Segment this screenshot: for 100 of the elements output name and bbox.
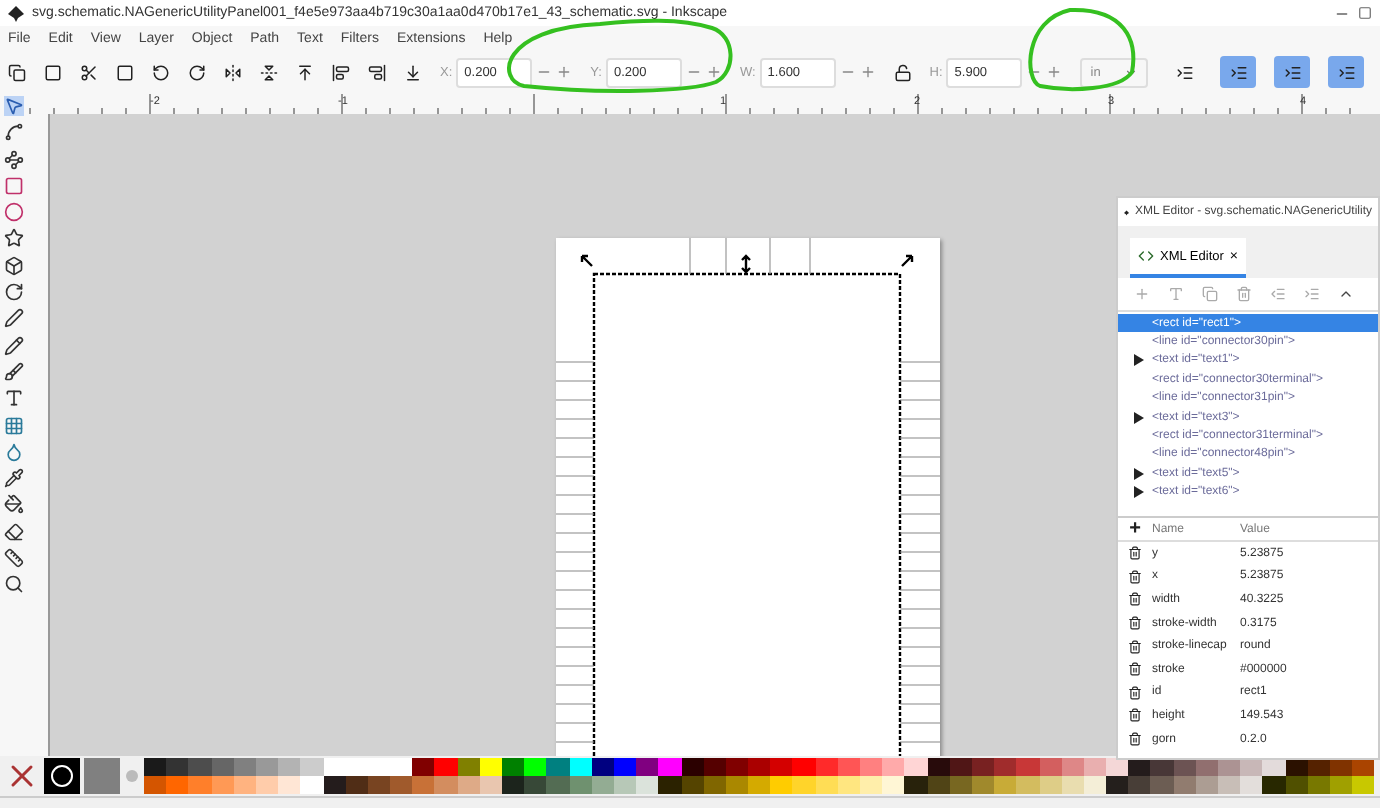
flip-vertical-icon[interactable] <box>260 63 278 81</box>
trash-icon[interactable] <box>1128 616 1142 631</box>
color-swatch[interactable] <box>681 758 704 776</box>
brush-icon[interactable] <box>4 361 24 382</box>
color-swatch[interactable] <box>457 776 480 794</box>
color-swatch[interactable] <box>1016 758 1039 776</box>
color-swatch[interactable] <box>1329 776 1353 794</box>
color-swatch[interactable] <box>1083 758 1107 776</box>
color-swatch[interactable] <box>1262 776 1286 794</box>
lock-icon[interactable] <box>893 63 912 81</box>
trash-icon[interactable] <box>1128 662 1142 677</box>
color-swatch[interactable] <box>904 758 928 776</box>
pointer-icon[interactable] <box>4 96 24 116</box>
color-swatch[interactable] <box>658 776 681 794</box>
color-swatch[interactable] <box>882 776 905 794</box>
trash-icon[interactable] <box>1128 708 1142 723</box>
color-swatch[interactable] <box>927 776 950 794</box>
color-swatch[interactable] <box>613 758 637 776</box>
color-swatch[interactable] <box>770 758 793 776</box>
color-swatch[interactable] <box>882 758 905 776</box>
trash-icon[interactable] <box>1128 685 1142 700</box>
color-swatch[interactable] <box>166 758 189 776</box>
lower-bottom-icon[interactable] <box>404 63 422 81</box>
color-swatch[interactable] <box>971 776 995 794</box>
node-icon[interactable] <box>4 122 24 143</box>
trash-icon[interactable] <box>1128 639 1142 654</box>
color-swatch[interactable] <box>1173 776 1196 794</box>
raise-node-icon[interactable] <box>1338 286 1354 302</box>
color-swatch[interactable] <box>1240 776 1263 794</box>
transform-toggle[interactable] <box>1220 56 1257 88</box>
color-swatch[interactable] <box>591 758 614 776</box>
color-swatch[interactable] <box>837 758 860 776</box>
trash-icon[interactable] <box>1128 732 1142 747</box>
plus-icon[interactable] <box>556 64 573 80</box>
rectangle-icon[interactable] <box>4 175 24 196</box>
color-swatch[interactable] <box>971 758 995 776</box>
color-swatch[interactable] <box>949 758 972 776</box>
color-swatch[interactable] <box>144 758 167 776</box>
color-swatch[interactable] <box>1016 776 1039 794</box>
color-swatch[interactable] <box>390 776 413 794</box>
zoom-icon[interactable] <box>4 574 24 595</box>
color-swatch[interactable] <box>323 758 346 776</box>
duplicate-icon[interactable] <box>1202 286 1218 302</box>
color-swatch[interactable] <box>412 758 435 776</box>
color-swatch[interactable] <box>1150 776 1174 794</box>
color-swatch[interactable] <box>703 758 726 776</box>
color-swatch[interactable] <box>434 776 458 794</box>
color-swatch[interactable] <box>748 758 771 776</box>
color-swatch[interactable] <box>681 776 704 794</box>
color-swatch[interactable] <box>1352 776 1375 794</box>
plus-icon[interactable] <box>705 64 722 80</box>
color-swatch[interactable] <box>524 758 547 776</box>
color-swatch[interactable] <box>748 776 771 794</box>
xml-icon[interactable] <box>1138 248 1154 264</box>
new-text-node-icon[interactable] <box>1168 286 1184 302</box>
color-swatch[interactable] <box>502 758 525 776</box>
color-swatch[interactable] <box>524 776 547 794</box>
dropper-icon[interactable] <box>4 468 24 489</box>
transform-toggle[interactable] <box>1328 56 1365 88</box>
rotate-left-icon[interactable] <box>152 63 170 81</box>
color-swatch[interactable] <box>1106 776 1129 794</box>
color-swatch[interactable] <box>1195 776 1218 794</box>
color-swatch[interactable] <box>502 776 525 794</box>
delete-icon[interactable] <box>1236 286 1252 302</box>
color-swatch[interactable] <box>636 758 659 776</box>
color-swatch[interactable] <box>591 776 614 794</box>
expand-triangle-icon[interactable] <box>1134 354 1144 367</box>
pen-icon[interactable] <box>4 308 24 329</box>
color-swatch[interactable] <box>860 776 883 794</box>
color-swatch[interactable] <box>211 776 234 794</box>
ellipse-icon[interactable] <box>4 202 24 223</box>
pencil-icon[interactable] <box>4 335 24 356</box>
eraser-icon[interactable] <box>4 521 24 542</box>
color-swatch[interactable] <box>770 776 793 794</box>
color-swatch[interactable] <box>860 758 883 776</box>
color-swatch[interactable] <box>1039 758 1062 776</box>
text-icon[interactable] <box>4 388 24 409</box>
indent-icon[interactable] <box>1304 286 1320 302</box>
color-swatch[interactable] <box>725 758 749 776</box>
color-swatch[interactable] <box>412 776 435 794</box>
color-swatch[interactable] <box>569 758 592 776</box>
transform-toggle[interactable] <box>1274 56 1311 88</box>
color-swatch[interactable] <box>479 758 502 776</box>
color-swatch[interactable] <box>457 758 480 776</box>
color-swatch[interactable] <box>188 776 212 794</box>
color-swatch[interactable] <box>1307 776 1330 794</box>
color-swatch[interactable] <box>703 776 726 794</box>
color-swatch[interactable] <box>188 758 212 776</box>
color-swatch[interactable] <box>994 758 1017 776</box>
maximize-icon[interactable] <box>1358 6 1372 20</box>
raise-top-icon[interactable] <box>296 63 314 81</box>
color-swatch[interactable] <box>278 758 301 776</box>
color-swatch[interactable] <box>300 758 323 776</box>
color-swatch[interactable] <box>1285 776 1308 794</box>
trash-icon[interactable] <box>1128 546 1142 561</box>
color-swatch[interactable] <box>1061 758 1084 776</box>
color-swatch[interactable] <box>904 776 928 794</box>
color-swatch[interactable] <box>658 758 681 776</box>
measure-icon[interactable] <box>4 548 24 569</box>
mesh-icon[interactable] <box>4 415 24 436</box>
